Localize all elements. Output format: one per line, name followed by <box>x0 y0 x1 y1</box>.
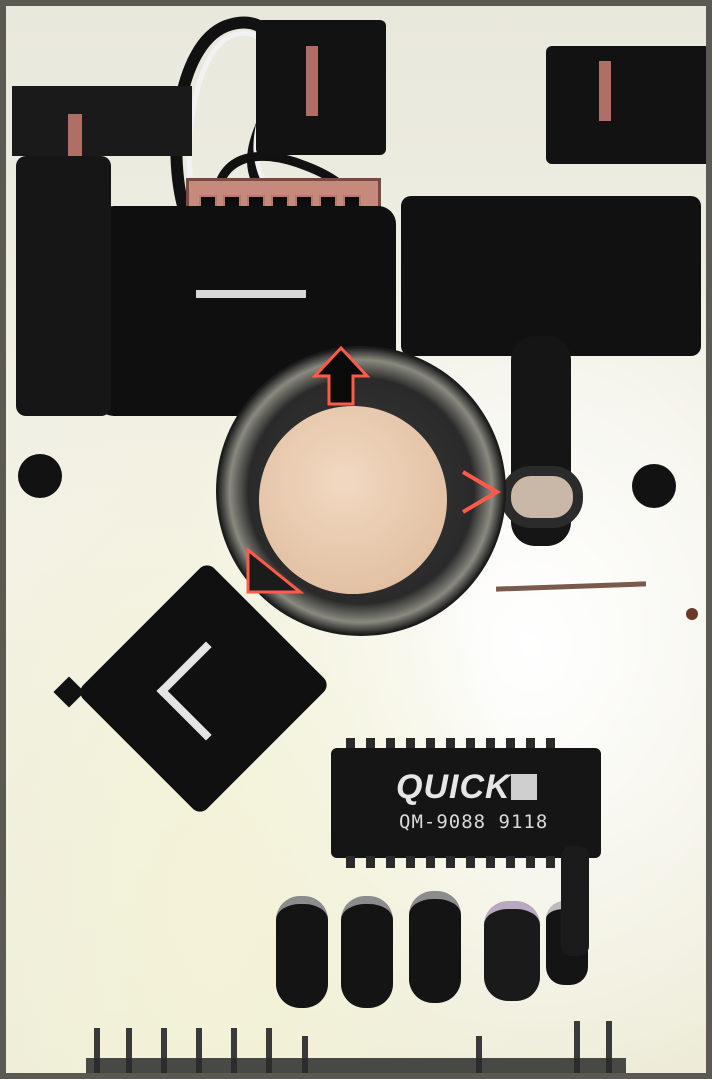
arrow-up-icon <box>311 346 371 406</box>
photo-frame: QUICK QM-9088 9118 <box>0 0 712 1079</box>
ic-pins-bottom <box>346 856 555 868</box>
ic-brand-label: QUICK <box>396 768 511 806</box>
small-cylinder <box>501 466 583 528</box>
diode <box>561 846 589 956</box>
ic-part-number: QM-9088 9118 <box>399 811 549 833</box>
ic-logo-mark <box>511 774 537 800</box>
solder-strip <box>86 1058 626 1073</box>
transistor <box>484 901 540 1001</box>
mounting-hole-right <box>632 464 676 508</box>
mounting-hole-left <box>18 454 62 498</box>
arrow-corner-icon <box>246 546 304 594</box>
component-highlight <box>196 290 306 298</box>
arrow-right-icon <box>461 470 501 514</box>
resistor-mark <box>306 46 318 116</box>
component-top-left <box>12 86 192 156</box>
transistor <box>276 896 328 1008</box>
relay-top-right <box>546 46 706 164</box>
trimmer-block <box>401 196 701 356</box>
transistor <box>409 891 461 1003</box>
transistor <box>341 896 393 1008</box>
left-capacitors <box>16 156 111 416</box>
solder-speck <box>686 608 698 620</box>
resistor-mark <box>599 61 611 121</box>
relay-top-center <box>256 20 386 155</box>
